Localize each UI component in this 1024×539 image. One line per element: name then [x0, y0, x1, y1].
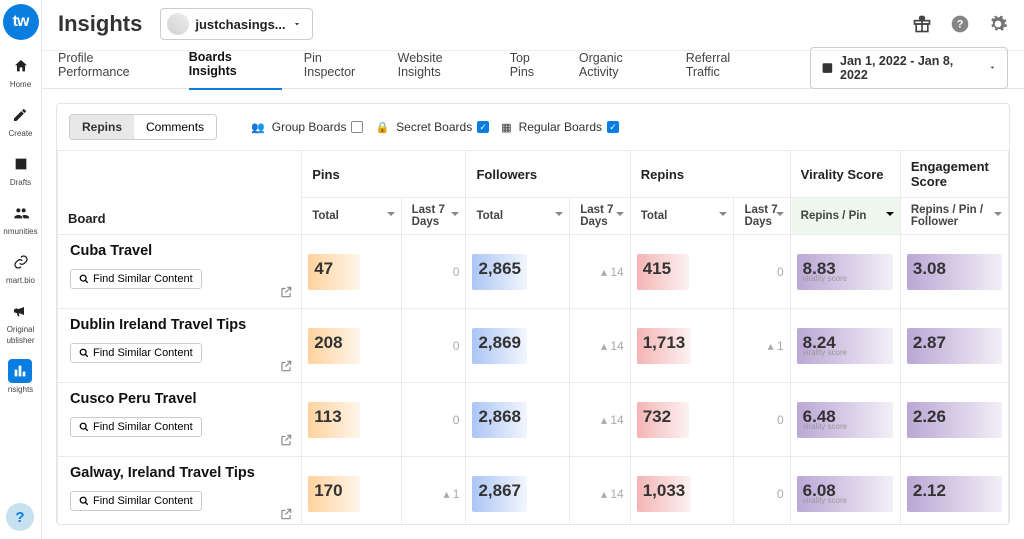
- chevron-down-icon: [292, 19, 302, 29]
- avatar: [167, 13, 189, 35]
- svg-text:?: ?: [957, 18, 964, 30]
- nav-drafts[interactable]: Drafts: [9, 152, 33, 187]
- page-title: Insights: [58, 11, 142, 37]
- col-followers-7[interactable]: Last 7 Days: [570, 198, 631, 235]
- checkbox[interactable]: [607, 121, 619, 133]
- col-pins-total[interactable]: Total: [302, 198, 401, 235]
- open-external-icon[interactable]: [279, 285, 293, 302]
- board-name: Cusco Peru Travel: [70, 391, 289, 407]
- search-icon: [79, 422, 89, 432]
- nav-insights[interactable]: nsights: [8, 359, 33, 394]
- open-external-icon[interactable]: [279, 433, 293, 450]
- open-external-icon[interactable]: [279, 359, 293, 376]
- colgroup-engagement: Engagement Score: [900, 151, 1008, 198]
- metric-toggle: Repins Comments: [69, 114, 217, 140]
- colgroup-repins: Repins: [630, 151, 790, 198]
- col-repins-7[interactable]: Last 7 Days: [734, 198, 790, 235]
- col-engagement[interactable]: Repins / Pin / Follower: [900, 198, 1008, 235]
- account-switcher[interactable]: justchasings...: [160, 8, 312, 40]
- board-icon: ▦: [501, 121, 511, 134]
- tab-profile-performance[interactable]: Profile Performance: [58, 51, 167, 89]
- image-icon: [9, 152, 33, 176]
- filter-secret-boards[interactable]: 🔒 Secret Boards: [375, 120, 489, 134]
- search-icon: [79, 348, 89, 358]
- search-icon: [79, 274, 89, 284]
- table-row: Galway, Ireland Travel Tips Find Similar…: [58, 457, 1009, 525]
- filter-group-boards[interactable]: 👥 Group Boards: [251, 120, 363, 134]
- tab-row: Profile Performance Boards Insights Pin …: [42, 51, 1024, 89]
- col-pins-7[interactable]: Last 7 Days: [401, 198, 466, 235]
- home-icon: [9, 54, 33, 78]
- filter-regular-boards[interactable]: ▦ Regular Boards: [501, 120, 619, 134]
- tab-top-pins[interactable]: Top Pins: [510, 51, 557, 89]
- megaphone-icon: [8, 299, 32, 323]
- col-followers-total[interactable]: Total: [466, 198, 570, 235]
- nav-home[interactable]: Home: [9, 54, 33, 89]
- tab-referral-traffic[interactable]: Referral Traffic: [686, 51, 766, 89]
- checkbox[interactable]: [351, 121, 363, 133]
- help-icon[interactable]: ?: [950, 14, 970, 34]
- tab-organic-activity[interactable]: Organic Activity: [579, 51, 664, 89]
- help-button[interactable]: ?: [6, 503, 34, 531]
- table-row: Cusco Peru Travel Find Similar Content 1…: [58, 383, 1009, 457]
- date-range-picker[interactable]: Jan 1, 2022 - Jan 8, 2022: [810, 47, 1008, 89]
- chart-icon: [8, 359, 32, 383]
- board-name: Galway, Ireland Travel Tips: [70, 465, 289, 481]
- tab-boards-insights[interactable]: Boards Insights: [189, 50, 282, 90]
- topbar: Insights justchasings... ?: [42, 0, 1024, 51]
- tab-pin-inspector[interactable]: Pin Inspector: [304, 51, 376, 89]
- nav-publisher[interactable]: Original ublisher: [6, 299, 34, 345]
- table-row: Cuba Travel Find Similar Content 4702,86…: [58, 235, 1009, 309]
- col-virality[interactable]: Repins / Pin: [790, 198, 900, 235]
- left-rail: tw Home Create Drafts nmunities: [0, 0, 42, 539]
- nav-smartbio[interactable]: mart.bio: [6, 250, 35, 285]
- toggle-repins[interactable]: Repins: [70, 115, 134, 139]
- open-external-icon[interactable]: [279, 507, 293, 524]
- search-icon: [79, 496, 89, 506]
- gift-icon[interactable]: [912, 14, 932, 34]
- col-repins-total[interactable]: Total: [630, 198, 734, 235]
- group-icon: 👥: [251, 121, 265, 134]
- app-logo: tw: [3, 4, 39, 40]
- colgroup-virality: Virality Score: [790, 151, 900, 198]
- link-icon: [9, 250, 33, 274]
- boards-table: Board Pins Followers Repins Virality Sco…: [57, 150, 1009, 524]
- toggle-comments[interactable]: Comments: [134, 115, 216, 139]
- nav-create[interactable]: Create: [8, 103, 32, 138]
- find-similar-button[interactable]: Find Similar Content: [70, 343, 202, 363]
- checkbox[interactable]: [477, 121, 489, 133]
- table-row: Dublin Ireland Travel Tips Find Similar …: [58, 309, 1009, 383]
- nav-communities[interactable]: nmunities: [3, 201, 37, 236]
- col-board[interactable]: Board: [68, 211, 106, 226]
- find-similar-button[interactable]: Find Similar Content: [70, 491, 202, 511]
- account-name: justchasings...: [195, 17, 285, 32]
- filter-bar: Repins Comments 👥 Group Boards 🔒 Secret …: [57, 104, 1009, 150]
- people-icon: [9, 201, 33, 225]
- board-name: Cuba Travel: [70, 243, 289, 259]
- colgroup-followers: Followers: [466, 151, 630, 198]
- gear-icon[interactable]: [988, 14, 1008, 34]
- find-similar-button[interactable]: Find Similar Content: [70, 417, 202, 437]
- find-similar-button[interactable]: Find Similar Content: [70, 269, 202, 289]
- board-name: Dublin Ireland Travel Tips: [70, 317, 289, 333]
- colgroup-pins: Pins: [302, 151, 466, 198]
- lock-icon: 🔒: [375, 121, 389, 134]
- pencil-icon: [8, 103, 32, 127]
- calendar-icon: [821, 61, 834, 74]
- chevron-down-icon: [988, 63, 997, 72]
- tab-website-insights[interactable]: Website Insights: [398, 51, 488, 89]
